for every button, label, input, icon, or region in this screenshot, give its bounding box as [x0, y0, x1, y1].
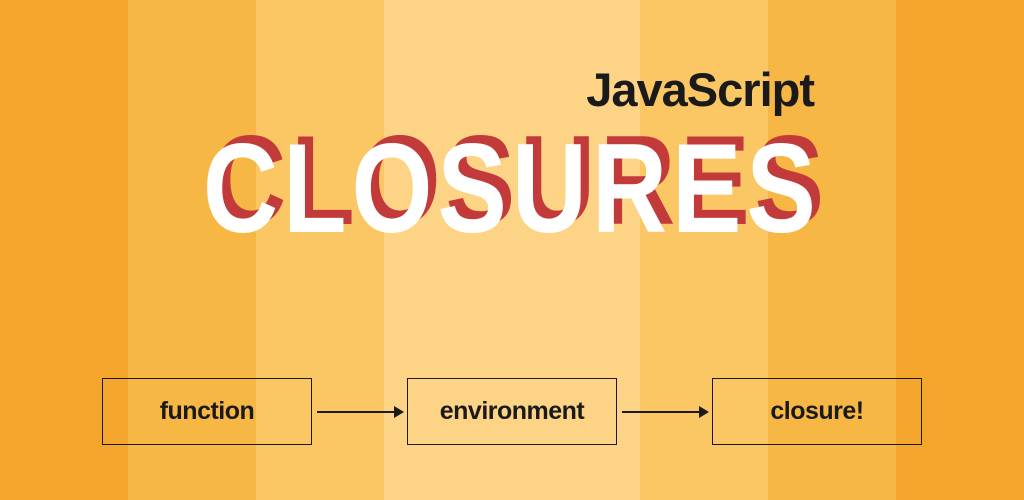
flow-box-environment: environment [407, 378, 617, 445]
main-title: CLOSURES CLOSURES [203, 125, 821, 252]
diagram-content: JavaScript CLOSURES CLOSURES function en… [0, 0, 1024, 500]
arrow-icon [312, 402, 407, 422]
flow-diagram: function environment closure! [0, 378, 1024, 445]
title-front: CLOSURES [203, 117, 821, 259]
flow-box-function: function [102, 378, 312, 445]
arrow-icon [617, 402, 712, 422]
title-wrap: CLOSURES CLOSURES [0, 125, 1024, 252]
flow-box-closure: closure! [712, 378, 922, 445]
